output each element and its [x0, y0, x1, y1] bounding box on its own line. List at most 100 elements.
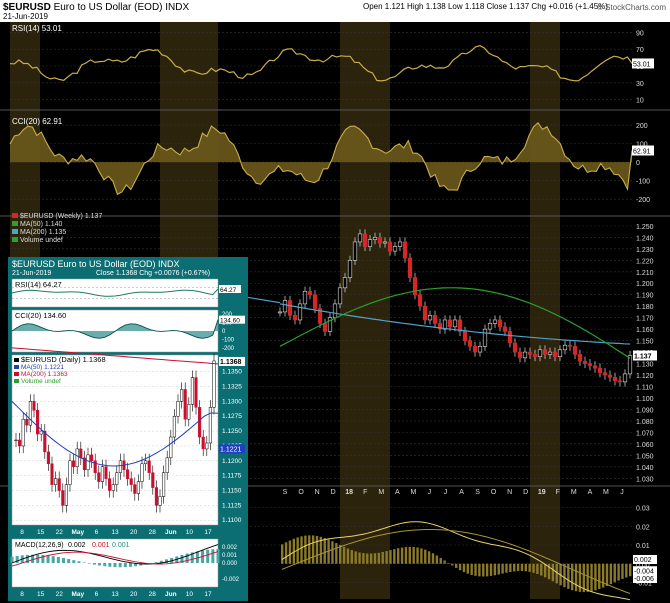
macd-hist-bar: [412, 546, 415, 564]
price-current-label: 1.137: [634, 354, 652, 361]
weekly-candle-body: [407, 257, 413, 278]
price-legend-swatch-3: [12, 237, 18, 242]
macd-hist-bar: [288, 540, 292, 564]
macd-hist-bar: [393, 549, 396, 564]
inset-legend-1: MA(50) 1.1221: [21, 364, 64, 371]
inset-macd-hist-bar: [98, 563, 102, 566]
weekly-candle-body: [367, 239, 373, 247]
macd-hist-bar: [563, 563, 566, 588]
price-legend-2: MA(200) 1.135: [20, 229, 66, 236]
macd-hist-bar: [617, 563, 620, 581]
daily-candle-body: [151, 472, 155, 488]
weekly-candle-body: [557, 349, 563, 357]
cci-ytick-0: 200: [636, 123, 648, 130]
daily-candle-body: [212, 360, 216, 408]
inset-macd-hist-bar: [206, 549, 210, 563]
macd-hist-bar: [601, 563, 605, 588]
weekly-candle-body: [357, 233, 363, 243]
macd-current-label-2: -0.006: [634, 576, 654, 583]
weekly-candle-body: [607, 374, 613, 378]
inset-xtick-7: 28: [149, 529, 157, 536]
weekly-candle-body: [337, 287, 343, 305]
price-ytick-12: 1.130: [636, 362, 654, 369]
macd-hist-bar: [470, 563, 473, 575]
weekly-candle-body: [332, 303, 338, 318]
macd-hist-bar: [323, 538, 326, 564]
inset-rsi-current: 64.27: [220, 287, 237, 294]
inset-legend-swatch-2: [14, 372, 19, 376]
daily-candle-body: [21, 418, 25, 447]
macd-hist-bar: [416, 547, 419, 564]
macd-hist-bar: [308, 535, 311, 564]
price-legend-swatch-0: [12, 213, 18, 218]
price-xtick-5: F: [363, 489, 367, 496]
macd-hist-bar: [281, 544, 284, 564]
inset-macd-hist-bar: [113, 563, 117, 568]
inset-macd-ytick-3: -0.002: [222, 577, 240, 583]
weekly-candle-body: [432, 315, 438, 324]
price-xtick-6: M: [378, 489, 384, 496]
weekly-candle-body: [572, 346, 578, 355]
inset-cci-ytick-4: -200: [222, 346, 235, 352]
weekly-candle-body: [377, 237, 383, 244]
inset-macd-hist-bar: [92, 563, 96, 565]
macd-hist-bar: [435, 555, 439, 564]
weekly-candle-body: [597, 367, 603, 374]
daily-candle-body: [172, 415, 176, 438]
price-ytick-16: 1.090: [636, 407, 654, 414]
weekly-candle-body: [617, 380, 623, 383]
daily-inset-chart: $EURUSD Euro to US Dollar (EOD) INDX 21-…: [8, 257, 248, 601]
macd-hist-bar: [458, 563, 462, 571]
daily-candle-body: [198, 407, 202, 438]
inset-macd-hist-bar: [103, 563, 107, 567]
inset-legend-0: $EURUSD (Daily) 1.1368: [21, 355, 106, 364]
price-xtick-9: J: [428, 489, 432, 496]
price-ytick-15: 1.100: [636, 396, 654, 403]
weekly-candle-body: [352, 241, 358, 261]
inset-macd-hist-bar: [72, 560, 76, 563]
inset-price-ytick-7: 1.1175: [222, 473, 242, 480]
rsi-ytick-1: 70: [636, 47, 644, 54]
macd-hist-bar: [339, 544, 342, 564]
price-xtick-1: O: [298, 489, 304, 496]
shade-band-3: [530, 22, 560, 599]
weekly-candle-body: [427, 315, 433, 321]
price-ytick-2: 1.230: [636, 247, 654, 254]
inset-macd-value: 0.002: [68, 542, 86, 549]
price-ytick-19: 1.060: [636, 442, 654, 449]
weekly-candle-body: [477, 346, 483, 353]
weekly-candle-body: [532, 354, 538, 357]
macd-hist-bar: [621, 563, 624, 579]
weekly-candle-body: [382, 241, 388, 244]
cci-label: CCI(20) 62.91: [12, 117, 63, 126]
macd-hist-bar: [485, 563, 489, 577]
inset-macd-hist-bar: [211, 549, 215, 563]
price-ytick-1: 1.240: [636, 235, 654, 242]
inset-legend-swatch-1: [14, 365, 19, 369]
weekly-candle-body: [312, 294, 318, 309]
macd-hist-bar: [385, 551, 388, 564]
daily-candle-body: [50, 463, 54, 485]
inset-price-ytick-0: 1.1350: [222, 369, 242, 376]
macd-hist-bar: [520, 563, 524, 572]
macd-hist-bar: [315, 535, 319, 564]
price-xtick-7: A: [395, 489, 400, 496]
inset-macd-hist-bar: [123, 563, 127, 568]
macd-hist-bar: [466, 563, 469, 574]
weekly-candle-body: [342, 277, 348, 289]
price-ytick-10: 1.150: [636, 339, 654, 346]
weekly-candle-body: [577, 354, 583, 362]
daily-candle-body: [205, 442, 209, 450]
macd-hist-bar: [478, 563, 481, 577]
inset-macd-ytick-0: 0.002: [222, 545, 238, 551]
macd-hist-bar: [427, 551, 431, 564]
daily-candle-body: [111, 484, 115, 491]
macd-hist-bar: [381, 551, 384, 564]
macd-hist-bar: [447, 563, 450, 564]
daily-candle-body: [194, 377, 198, 408]
daily-candle-body: [14, 439, 18, 442]
macd-hist-bar: [536, 563, 539, 575]
inset-cci-ytick-3: -100: [222, 337, 235, 343]
weekly-candle-body: [402, 241, 408, 259]
price-xtick-12: S: [475, 489, 480, 496]
